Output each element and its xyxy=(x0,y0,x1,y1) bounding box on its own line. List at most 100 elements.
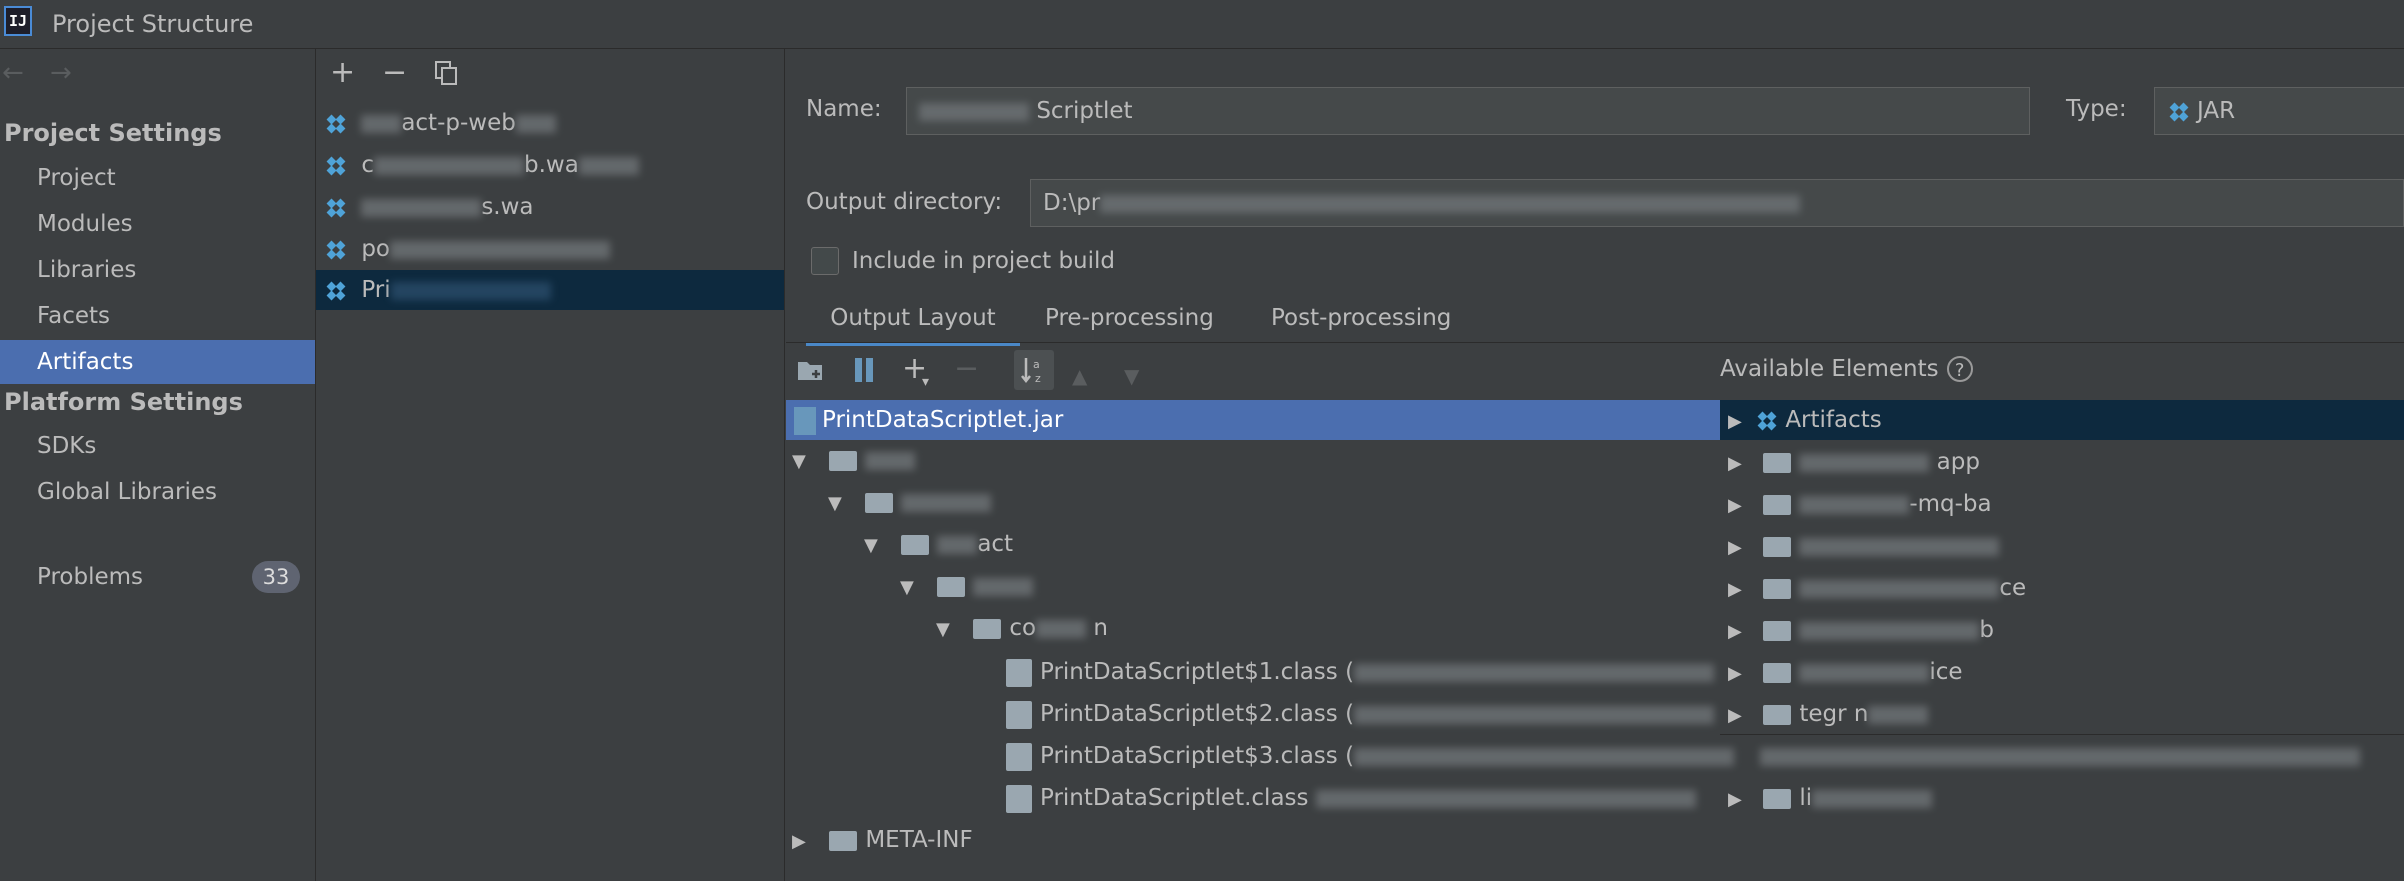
window-title: Project Structure xyxy=(52,10,254,38)
collapsed-arrow-icon[interactable]: ▶ xyxy=(1728,612,1748,652)
output-directory-value: D:\pr xyxy=(1043,190,1101,216)
module-label: app xyxy=(1936,449,1980,475)
module-label: -mq-ba xyxy=(1909,491,1992,517)
name-input[interactable]: Scriptlet xyxy=(906,87,2030,135)
tree-item-label: META-INF xyxy=(865,827,973,853)
tree-folder-3[interactable]: ▼ act xyxy=(786,524,1798,564)
tab-post-processing[interactable]: Post-processing xyxy=(1271,296,1451,342)
artifact-icon xyxy=(1757,411,1777,430)
type-select-value: JAR xyxy=(2197,98,2236,124)
artifact-list-item[interactable]: po xyxy=(316,229,784,269)
sidebar-item-project[interactable]: Project xyxy=(0,156,315,200)
collapsed-arrow-icon[interactable]: ▶ xyxy=(1728,444,1748,484)
artifact-name: act-p-web xyxy=(401,110,516,136)
expanded-arrow-icon[interactable]: ▼ xyxy=(900,568,920,608)
name-input-value: Scriptlet xyxy=(1036,98,1133,124)
forward-arrow-icon[interactable]: → xyxy=(50,58,72,88)
available-elements-label: Available Elements xyxy=(1720,356,1939,382)
copy-artifact-icon[interactable] xyxy=(434,60,460,86)
sidebar-item-global-libraries[interactable]: Global Libraries xyxy=(0,470,315,514)
type-select[interactable]: JAR xyxy=(2154,87,2404,135)
collapsed-arrow-icon[interactable]: ▶ xyxy=(1728,486,1748,526)
module-label: b xyxy=(1979,617,1994,643)
expanded-arrow-icon[interactable]: ▼ xyxy=(864,526,884,566)
module-folder-icon xyxy=(1763,704,1792,725)
collapsed-arrow-icon[interactable]: ▶ xyxy=(1728,696,1748,736)
tree-item-path: ( xyxy=(1345,659,1355,685)
type-label: Type: xyxy=(2066,96,2127,122)
available-artifacts-node[interactable]: ▶ Artifacts xyxy=(1720,400,2404,440)
artifact-list-item[interactable]: c b.wa xyxy=(316,145,784,185)
svg-text:a: a xyxy=(1033,358,1040,371)
artifact-icon xyxy=(326,281,346,300)
output-directory-input[interactable]: D:\pr xyxy=(1030,179,2404,227)
expanded-arrow-icon[interactable]: ▼ xyxy=(828,484,848,524)
artifact-name: po xyxy=(361,236,390,262)
include-in-build-label[interactable]: Include in project build xyxy=(852,248,1115,274)
back-arrow-icon[interactable]: ← xyxy=(2,58,24,88)
available-module-node[interactable]: ▶ -mq-ba xyxy=(1720,484,2404,524)
tab-output-layout[interactable]: Output Layout xyxy=(806,296,1020,346)
help-icon[interactable]: ? xyxy=(1946,356,1973,382)
folder-icon xyxy=(973,618,1002,639)
tree-folder-2[interactable]: ▼ xyxy=(786,482,1762,522)
project-settings-heading: Project Settings xyxy=(4,119,222,147)
available-module-node[interactable]: ▶ li xyxy=(1720,778,2404,818)
jar-icon xyxy=(794,406,816,435)
intellij-app-icon: IJ xyxy=(4,6,32,36)
module-folder-icon xyxy=(1763,494,1792,515)
expanded-arrow-icon[interactable]: ▼ xyxy=(936,610,956,650)
folder-icon xyxy=(829,830,858,851)
expanded-arrow-icon[interactable]: ▼ xyxy=(792,442,812,482)
sidebar-item-facets[interactable]: Facets xyxy=(0,294,315,338)
new-folder-icon[interactable] xyxy=(796,356,826,384)
collapsed-arrow-icon[interactable]: ▶ xyxy=(1728,528,1748,568)
module-folder-icon xyxy=(1763,536,1792,557)
class-file-icon xyxy=(1006,742,1032,771)
class-file-icon xyxy=(1006,700,1032,729)
remove-artifact-button[interactable]: − xyxy=(382,58,407,88)
module-label: tegr n xyxy=(1799,701,1869,727)
include-in-build-checkbox[interactable] xyxy=(811,247,839,275)
artifact-icon xyxy=(326,240,346,259)
tree-folder-5[interactable]: ▼ co n xyxy=(786,608,1870,648)
tree-item-label: PrintDataScriptlet$1.class xyxy=(1040,659,1338,685)
artifact-icon xyxy=(326,156,346,175)
module-label: ce xyxy=(1999,575,2027,601)
available-module-node[interactable]: ▶ app xyxy=(1720,442,2404,482)
available-module-node[interactable]: ▶ ce xyxy=(1720,568,2404,608)
tab-pre-processing[interactable]: Pre-processing xyxy=(1045,296,1214,342)
sidebar-item-sdks[interactable]: SDKs xyxy=(0,424,315,468)
available-module-node[interactable]: ▶ tegr n xyxy=(1720,694,2404,734)
archive-icon[interactable] xyxy=(852,356,876,384)
class-file-icon xyxy=(1006,658,1032,687)
sidebar-item-artifacts[interactable]: Artifacts xyxy=(0,340,315,384)
artifact-name: c xyxy=(361,152,374,178)
artifact-list-item[interactable]: act-p-web xyxy=(316,103,784,143)
available-module-node[interactable]: ▶ xyxy=(1720,526,2404,566)
tree-folder-4[interactable]: ▼ xyxy=(786,566,1834,606)
tree-item-path: ( xyxy=(1345,743,1355,769)
sidebar-item-modules[interactable]: Modules xyxy=(0,202,315,246)
tree-folder-1[interactable]: ▼ xyxy=(786,440,1726,480)
add-dropdown-icon[interactable]: ▾ xyxy=(922,374,929,390)
artifact-list-item-selected[interactable]: Pri xyxy=(316,270,784,310)
available-module-node[interactable]: ▶ ice xyxy=(1720,652,2404,692)
artifact-list-item[interactable]: s.wa xyxy=(316,187,784,227)
collapsed-arrow-icon[interactable]: ▶ xyxy=(792,822,812,862)
collapsed-arrow-icon[interactable]: ▶ xyxy=(1728,570,1748,610)
tree-item-label: PrintDataScriptlet$2.class xyxy=(1040,701,1338,727)
tree-folder-meta-inf[interactable]: ▶ META-INF xyxy=(786,820,1726,860)
add-artifact-button[interactable]: + xyxy=(330,58,355,88)
title-bar: IJ Project Structure xyxy=(0,0,2404,49)
available-module-node[interactable]: ▶ b xyxy=(1720,610,2404,650)
tree-item-root-jar[interactable]: PrintDataScriptlet.jar xyxy=(786,400,1720,440)
collapsed-arrow-icon[interactable]: ▶ xyxy=(1728,402,1748,442)
collapsed-arrow-icon[interactable]: ▶ xyxy=(1728,654,1748,694)
collapsed-arrow-icon[interactable]: ▶ xyxy=(1728,780,1748,820)
jar-type-icon xyxy=(2169,102,2189,121)
sort-icon[interactable]: az xyxy=(1014,350,1054,390)
artifact-name: Pri xyxy=(361,277,391,303)
tree-item-path: ( xyxy=(1345,701,1355,727)
sidebar-item-libraries[interactable]: Libraries xyxy=(0,248,315,292)
